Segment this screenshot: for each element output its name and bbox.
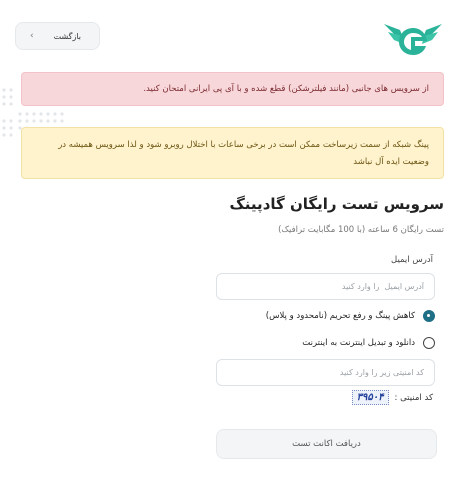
captcha-row: کد امنیتی : ۳۹۵۰۴ [351,390,433,405]
chevron-left-icon: ‹ [30,31,34,41]
alert-ping-warning: پینگ شبکه از سمت زیرساخت ممکن است در برخ… [21,127,444,179]
radio-unchecked[interactable] [423,337,435,349]
captcha-image: ۳۹۵۰۴ [351,390,389,405]
option-download-convert[interactable]: دانلود و تبدیل اینترنت به اینترنت [302,335,435,351]
captcha-input[interactable] [216,359,435,386]
option-label: کاهش پینگ و رفع تحریم (نامحدود و پلاس) [265,311,415,321]
godping-logo [384,24,442,55]
option-label: دانلود و تبدیل اینترنت به اینترنت [302,338,415,348]
email-input[interactable] [216,273,435,300]
back-button[interactable]: ‹ بازگشت [15,22,100,50]
get-test-account-button[interactable]: دریافت اکانت تست [216,429,437,459]
page-title: سرویس تست رایگان گادپینگ [229,195,444,213]
radio-checked[interactable] [423,310,435,322]
email-label: آدرس ایمیل [391,255,433,265]
option-ping-reduction[interactable]: کاهش پینگ و رفع تحریم (نامحدود و پلاس) [266,308,435,324]
back-button-label: بازگشت [53,31,81,41]
page-subtitle: تست رایگان 6 ساعته (با 100 مگابایت ترافی… [278,225,444,235]
alert-disconnect-services: از سرویس های جانبی (مانند فیلترشکن) قطع … [21,72,444,106]
captcha-label: کد امنیتی : [394,392,433,403]
